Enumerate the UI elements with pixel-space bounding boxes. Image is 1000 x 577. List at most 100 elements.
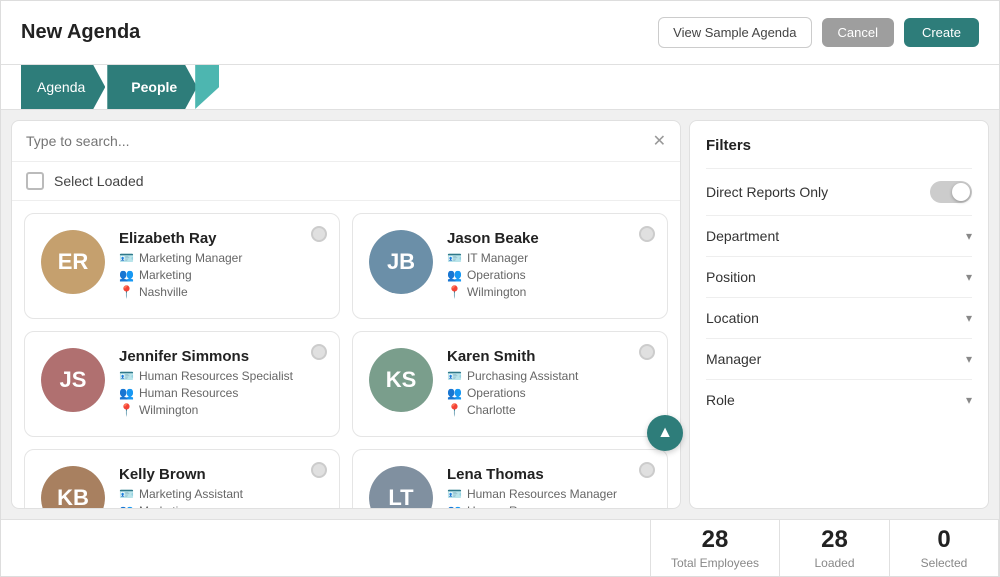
person-department: Operations: [467, 268, 526, 282]
filter-items: Department ▾ Position ▾ Location ▾ Manag…: [706, 215, 972, 420]
person-title-detail: 🪪 Marketing Assistant: [119, 487, 323, 501]
person-info: Lena Thomas 🪪 Human Resources Manager 👥 …: [447, 466, 651, 508]
person-title-detail: 🪪 IT Manager: [447, 251, 651, 265]
people-panel: ✕ Select Loaded ER Elizabeth Ray 🪪 Marke…: [11, 120, 681, 509]
group-icon: 👥: [447, 386, 462, 400]
agenda-step-label[interactable]: Agenda: [21, 65, 105, 109]
list-item[interactable]: KS Karen Smith 🪪 Purchasing Assistant 👥 …: [352, 331, 668, 437]
person-select-radio[interactable]: [639, 226, 655, 242]
person-info: Kelly Brown 🪪 Marketing Assistant 👥 Mark…: [119, 466, 323, 508]
person-location-detail: 📍 Wilmington: [119, 403, 323, 417]
person-department: Marketing: [139, 504, 192, 508]
footer-stats: 28 Total Employees 28 Loaded 0 Selected: [650, 520, 999, 576]
avatar-circle: KB: [41, 466, 105, 508]
toggle-knob: [952, 183, 970, 201]
group-icon: 👥: [119, 268, 134, 282]
filter-item-manager[interactable]: Manager ▾: [706, 338, 972, 379]
person-icon: 🪪: [119, 487, 134, 501]
person-select-radio[interactable]: [311, 462, 327, 478]
direct-reports-filter: Direct Reports Only: [706, 168, 972, 215]
person-icon: 🪪: [447, 369, 462, 383]
close-icon[interactable]: ✕: [653, 131, 666, 151]
person-info: Jennifer Simmons 🪪 Human Resources Speci…: [119, 348, 323, 420]
search-input[interactable]: [26, 133, 653, 149]
person-department: Operations: [467, 386, 526, 400]
view-sample-button[interactable]: View Sample Agenda: [658, 17, 811, 48]
stat-number-total: 28: [702, 526, 729, 554]
person-info: Elizabeth Ray 🪪 Marketing Manager 👥 Mark…: [119, 230, 323, 302]
person-location: Nashville: [139, 285, 188, 299]
footer: 28 Total Employees 28 Loaded 0 Selected: [1, 519, 999, 576]
person-location-detail: 📍 Nashville: [119, 285, 323, 299]
person-department: Marketing: [139, 268, 192, 282]
person-select-radio[interactable]: [639, 462, 655, 478]
chevron-down-icon: ▾: [966, 229, 972, 243]
breadcrumb-step-agenda[interactable]: Agenda: [21, 65, 105, 109]
filter-item-department[interactable]: Department ▾: [706, 215, 972, 256]
filter-item-role[interactable]: Role ▾: [706, 379, 972, 420]
person-title-detail: 🪪 Purchasing Assistant: [447, 369, 651, 383]
stat-number-selected: 0: [937, 526, 950, 554]
person-icon: 🪪: [119, 251, 134, 265]
chevron-down-icon: ▾: [966, 311, 972, 325]
filter-label-location: Location: [706, 310, 759, 326]
cancel-button[interactable]: Cancel: [822, 18, 894, 47]
scroll-up-icon: ▲: [657, 424, 673, 442]
person-name: Elizabeth Ray: [119, 230, 323, 247]
page-title: New Agenda: [21, 21, 140, 44]
avatar-circle: JS: [41, 348, 105, 412]
list-item[interactable]: JB Jason Beake 🪪 IT Manager 👥 Operations…: [352, 213, 668, 319]
stat-label-total: Total Employees: [671, 556, 759, 570]
person-location-detail: 📍 Charlotte: [447, 403, 651, 417]
list-item[interactable]: LT Lena Thomas 🪪 Human Resources Manager…: [352, 449, 668, 508]
stat-selected: 0 Selected: [889, 520, 999, 576]
location-icon: 📍: [119, 403, 134, 417]
person-title: Purchasing Assistant: [467, 369, 578, 383]
avatar-circle: ER: [41, 230, 105, 294]
person-dept-detail: 👥 Human Resources: [119, 386, 323, 400]
person-title: Human Resources Specialist: [139, 369, 293, 383]
breadcrumb-step-people[interactable]: People: [105, 65, 219, 109]
person-name: Kelly Brown: [119, 466, 323, 483]
filter-item-location[interactable]: Location ▾: [706, 297, 972, 338]
list-item[interactable]: KB Kelly Brown 🪪 Marketing Assistant 👥 M…: [24, 449, 340, 508]
stat-loaded: 28 Loaded: [779, 520, 889, 576]
person-select-radio[interactable]: [311, 226, 327, 242]
breadcrumb: Agenda People: [1, 65, 999, 110]
group-icon: 👥: [119, 504, 134, 508]
person-info: Jason Beake 🪪 IT Manager 👥 Operations 📍 …: [447, 230, 651, 302]
person-select-radio[interactable]: [639, 344, 655, 360]
person-dept-detail: 👥 Human Resources: [447, 504, 651, 508]
stat-label-loaded: Loaded: [814, 556, 854, 570]
person-location: Wilmington: [467, 285, 526, 299]
people-grid: ER Elizabeth Ray 🪪 Marketing Manager 👥 M…: [12, 201, 680, 508]
avatar: KS: [369, 348, 433, 412]
filters-title: Filters: [706, 137, 972, 154]
person-select-radio[interactable]: [311, 344, 327, 360]
chevron-down-icon: ▾: [966, 270, 972, 284]
stat-number-loaded: 28: [821, 526, 848, 554]
chevron-down-icon: ▾: [966, 352, 972, 366]
list-item[interactable]: JS Jennifer Simmons 🪪 Human Resources Sp…: [24, 331, 340, 437]
location-icon: 📍: [447, 403, 462, 417]
create-button[interactable]: Create: [904, 18, 979, 47]
select-loaded-checkbox[interactable]: [26, 172, 44, 190]
people-step-label[interactable]: People: [107, 65, 197, 109]
step-arrow: [195, 65, 219, 109]
person-title-detail: 🪪 Human Resources Manager: [447, 487, 651, 501]
person-department: Human Resources: [139, 386, 238, 400]
search-bar: ✕: [12, 121, 680, 162]
avatar: ER: [41, 230, 105, 294]
avatar: KB: [41, 466, 105, 508]
person-department: Human Resources: [467, 504, 566, 508]
scroll-up-button[interactable]: ▲: [647, 415, 683, 451]
filter-item-position[interactable]: Position ▾: [706, 256, 972, 297]
avatar: JB: [369, 230, 433, 294]
list-item[interactable]: ER Elizabeth Ray 🪪 Marketing Manager 👥 M…: [24, 213, 340, 319]
person-title: IT Manager: [467, 251, 528, 265]
location-icon: 📍: [119, 285, 134, 299]
select-loaded-label: Select Loaded: [54, 173, 144, 189]
person-location: Charlotte: [467, 403, 516, 417]
direct-reports-label: Direct Reports Only: [706, 184, 828, 200]
direct-reports-toggle[interactable]: [930, 181, 972, 203]
